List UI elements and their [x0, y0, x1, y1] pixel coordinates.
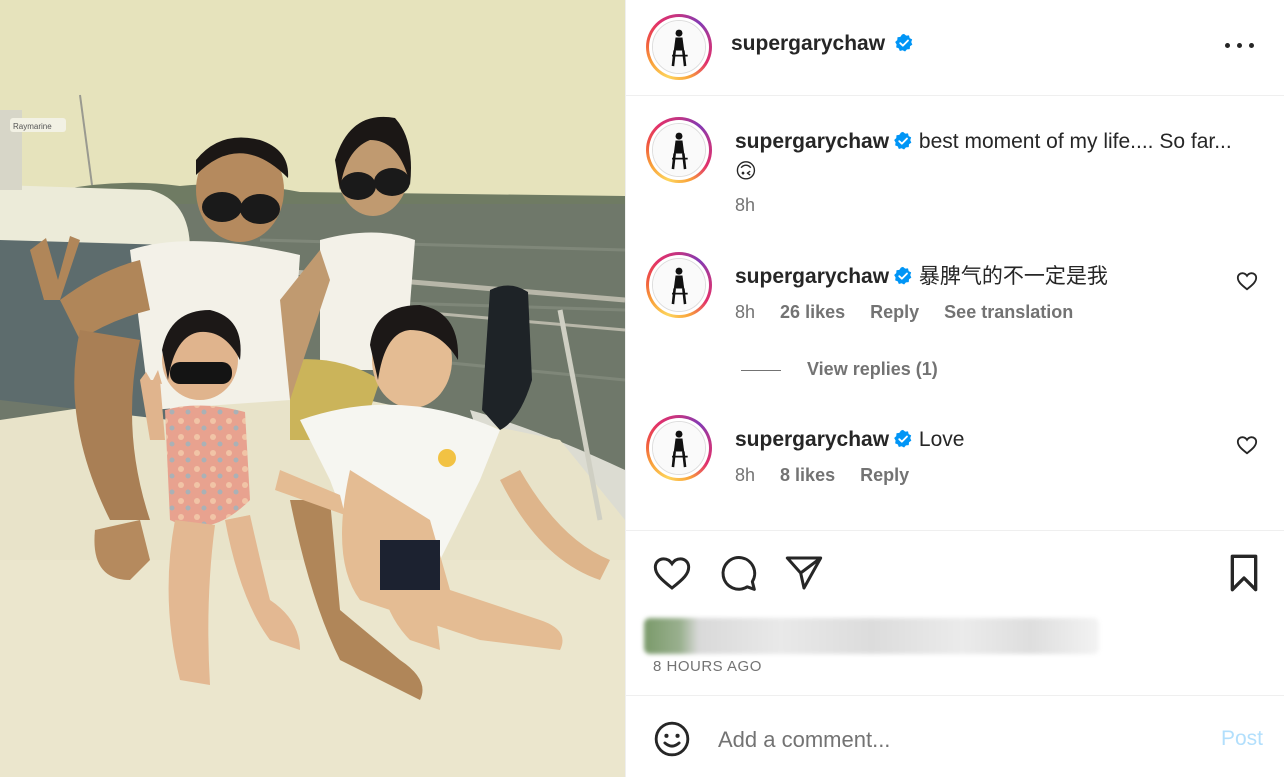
comment-text-block: supergarychaw Love [735, 425, 1235, 455]
caption-body: best moment of my life.... So far... [918, 130, 1232, 153]
avatar[interactable] [646, 415, 712, 481]
post-detail-panel: supergarychaw supergarychaw best moment … [625, 0, 1284, 777]
comment-username[interactable]: supergarychaw [735, 265, 889, 288]
smiley-icon[interactable] [653, 720, 691, 758]
like-comment-heart-icon[interactable] [1236, 270, 1258, 292]
caption-username[interactable]: supergarychaw [735, 130, 889, 153]
comment-meta: 8h 8 likes Reply [735, 465, 929, 486]
reply-button[interactable]: Reply [860, 465, 909, 485]
send-icon[interactable] [784, 553, 824, 593]
post-time-ago[interactable]: 8 HOURS AGO [653, 658, 762, 675]
like-comment-heart-icon[interactable] [1236, 434, 1258, 456]
family-on-boat-image: Raymarine [0, 0, 625, 777]
comment-meta: 8h 26 likes Reply See translation [735, 302, 1093, 323]
verified-badge-icon [894, 131, 912, 150]
comment-timestamp[interactable]: 8h [735, 302, 755, 322]
liked-by-blurred-text [644, 618, 1099, 654]
view-replies-label: View replies (1) [807, 359, 938, 379]
raymarine-label: Raymarine [13, 122, 52, 131]
heart-icon[interactable] [652, 553, 692, 593]
avatar[interactable] [646, 117, 712, 183]
comment-body: 暴脾气的不一定是我 [918, 265, 1108, 288]
avatar[interactable] [646, 14, 712, 80]
post-actions-bar: 8 HOURS AGO [626, 530, 1284, 696]
verified-badge-icon [894, 429, 912, 448]
profile-picture-icon [653, 21, 705, 73]
comment-likes-count[interactable]: 8 likes [780, 465, 835, 485]
post-header: supergarychaw [626, 0, 1284, 96]
comment-username[interactable]: supergarychaw [735, 428, 889, 451]
add-comment-bar: Post [626, 697, 1284, 777]
comment-likes-count[interactable]: 26 likes [780, 302, 845, 322]
post-comment-button[interactable]: Post [1221, 727, 1263, 751]
avatar[interactable] [646, 252, 712, 318]
comment-icon[interactable] [718, 553, 758, 593]
caption-meta: 8h [735, 195, 775, 216]
profile-picture-icon [653, 259, 705, 311]
profile-picture-icon [653, 422, 705, 474]
comment-body: Love [918, 428, 965, 451]
replies-divider-line [741, 369, 781, 371]
caption-timestamp[interactable]: 8h [735, 195, 755, 215]
caption-text-block: supergarychaw best moment of my life....… [735, 127, 1235, 187]
comment-text-block: supergarychaw 暴脾气的不一定是我 [735, 262, 1235, 292]
comment-input[interactable] [718, 723, 1188, 757]
bookmark-icon[interactable] [1224, 553, 1264, 593]
profile-picture-icon [653, 124, 705, 176]
reply-button[interactable]: Reply [870, 302, 919, 322]
verified-badge-icon [894, 266, 912, 285]
upside-down-face-emoji: 🙃 [735, 160, 757, 183]
view-replies-button[interactable]: View replies (1) [741, 359, 938, 380]
comments-list: supergarychaw best moment of my life....… [626, 97, 1284, 529]
post-photo[interactable]: Raymarine [0, 0, 625, 777]
more-options-button[interactable] [1225, 33, 1255, 57]
verified-badge-icon [894, 33, 912, 52]
comment-timestamp[interactable]: 8h [735, 465, 755, 485]
post-username[interactable]: supergarychaw [731, 32, 885, 55]
see-translation-button[interactable]: See translation [944, 302, 1073, 322]
